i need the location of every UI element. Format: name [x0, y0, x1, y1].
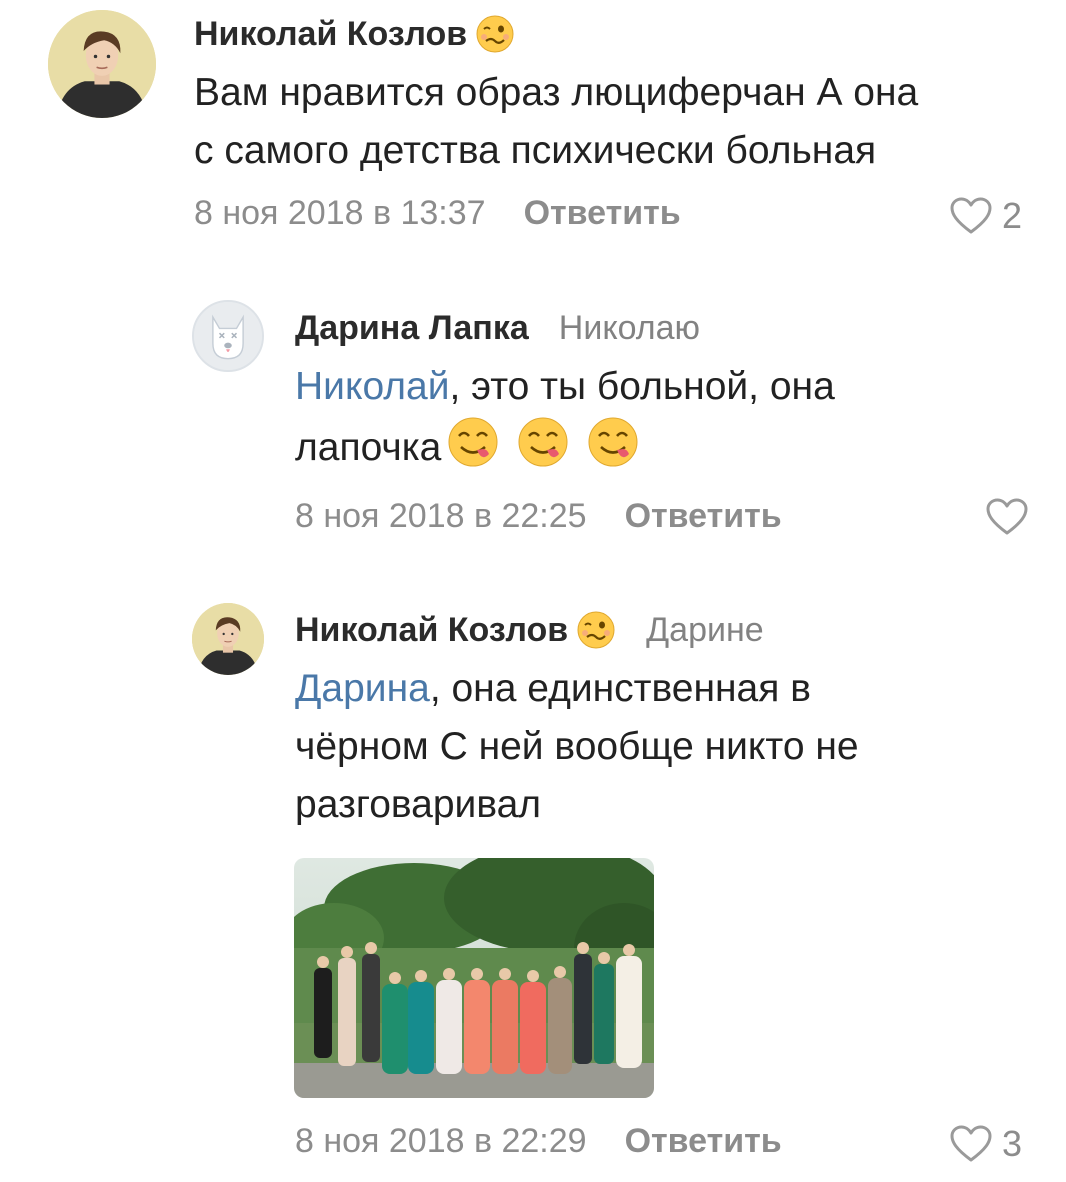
mention-link[interactable]: Дарина [295, 667, 430, 710]
comment-date: 8 ноя 2018 в 13:37 [194, 194, 486, 232]
heart-outline-icon [986, 498, 1028, 536]
comment-date: 8 ноя 2018 в 22:29 [295, 1122, 587, 1160]
attached-photo[interactable] [294, 858, 654, 1098]
woozy-face-icon [475, 14, 515, 54]
heart-outline-icon [950, 1125, 992, 1163]
like-button[interactable] [986, 498, 1038, 536]
comment-date: 8 ноя 2018 в 22:25 [295, 497, 587, 535]
comment-header: Дарина Лапка Николаю [295, 309, 700, 348]
heart-outline-icon [950, 197, 992, 235]
yum-face-icon [447, 416, 499, 468]
comment-meta: 8 ноя 2018 в 22:25 Ответить [295, 497, 782, 536]
comment-meta: 8 ноя 2018 в 22:29 Ответить [295, 1122, 782, 1161]
avatar-darina[interactable] [192, 300, 264, 372]
reply-to-label[interactable]: Николаю [559, 309, 700, 348]
author-name[interactable]: Николай Козлов [295, 611, 568, 650]
comment-text-line: разговаривал [295, 783, 542, 826]
comment-header: Николай Козлов [194, 14, 515, 54]
comment-text-fragment: , это ты больной, она [449, 365, 835, 408]
comment-text-fragment: , она единственная в [429, 667, 811, 710]
comment-text-line: Вам нравится образ люциферчан А она [194, 71, 919, 114]
avatar-nikolai[interactable] [48, 10, 156, 118]
like-button[interactable]: 2 [950, 195, 1022, 237]
author-name[interactable]: Дарина Лапка [295, 309, 529, 348]
like-button[interactable]: 3 [950, 1123, 1022, 1165]
reply-button[interactable]: Ответить [524, 194, 681, 232]
comment-text-line: лапочка [295, 416, 1055, 477]
comment-meta: 8 ноя 2018 в 13:37 Ответить [194, 194, 681, 233]
group-photo-image [294, 858, 654, 1098]
comment-text: Дарина, она единственная в чёрном С ней … [295, 660, 1055, 834]
comment-header: Николай Козлов Дарине [295, 610, 764, 650]
comment-text-line: Николай, это ты больной, она [295, 358, 1055, 416]
woozy-face-icon [576, 610, 616, 650]
comment-text-line: Дарина, она единственная в [295, 660, 1055, 718]
mention-link[interactable]: Николай [295, 365, 450, 408]
comment-text-line: с самого детства психически больная [194, 129, 877, 172]
reply-to-label[interactable]: Дарине [646, 611, 764, 650]
dog-avatar-icon [194, 302, 262, 370]
comment-text: Николай, это ты больной, она лапочка [295, 358, 1055, 477]
like-count: 3 [1002, 1123, 1023, 1164]
comment-text: Вам нравится образ люциферчан А она с са… [194, 64, 1054, 180]
comment-text-line: чёрном С ней вообще никто не [295, 725, 859, 768]
avatar-nikolai[interactable] [192, 603, 264, 675]
avatar-photo-icon [192, 603, 264, 675]
author-name[interactable]: Николай Козлов [194, 15, 467, 54]
yum-face-icon [587, 416, 639, 468]
yum-face-icon [517, 416, 569, 468]
like-count: 2 [1002, 195, 1023, 236]
avatar-photo-icon [48, 10, 156, 118]
reply-button[interactable]: Ответить [625, 1122, 782, 1160]
comment-text-fragment: лапочка [295, 426, 442, 469]
reply-button[interactable]: Ответить [625, 497, 782, 535]
